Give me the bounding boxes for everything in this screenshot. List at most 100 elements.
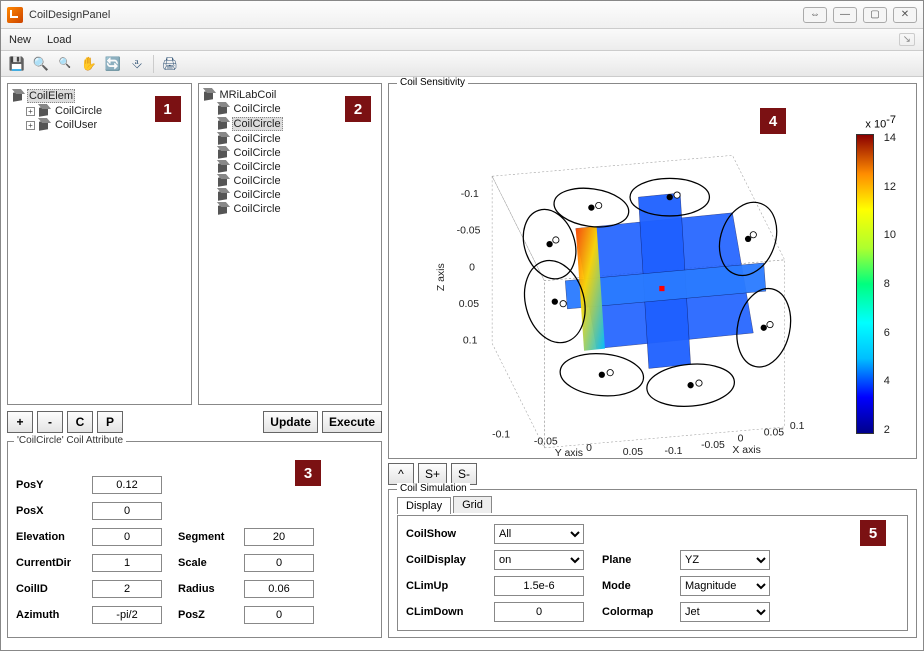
- sim-legend: Coil Simulation: [397, 483, 470, 494]
- coil-attribute-panel: 'CoilCircle' Coil Attribute 3 PosY PosX …: [7, 441, 382, 638]
- annotation-badge-3: 3: [295, 460, 321, 486]
- pan-icon[interactable]: ✋: [79, 54, 99, 74]
- mode-select[interactable]: Magnitude: [680, 576, 770, 596]
- coil-config-tree[interactable]: MRiLabCoil CoilCircle CoilCircle CoilCir…: [198, 83, 383, 405]
- cube-icon: [38, 119, 50, 131]
- segment-input[interactable]: [244, 528, 314, 546]
- s-plus-button[interactable]: S+: [418, 463, 447, 485]
- colorbar-exponent: x 10-7: [865, 114, 896, 131]
- plane-label: Plane: [602, 554, 662, 566]
- posx-input[interactable]: [92, 502, 162, 520]
- annotation-badge-2: 2: [345, 96, 371, 122]
- menu-new[interactable]: New: [9, 34, 31, 46]
- mode-label: Mode: [602, 580, 662, 592]
- cube-icon: [203, 89, 215, 101]
- svg-text:X axis: X axis: [732, 445, 760, 456]
- tree-item: CoilCircle: [203, 188, 378, 202]
- climup-label: CLimUp: [406, 580, 476, 592]
- posy-input[interactable]: [92, 476, 162, 494]
- cube-icon: [12, 90, 24, 102]
- axes-3d: Z axis Y axis X axis -0.1-0.0500.050.1 -…: [419, 124, 816, 458]
- cube-icon: [38, 105, 50, 117]
- zoom-in-icon[interactable]: 🔍: [31, 54, 51, 74]
- plane-select[interactable]: YZ: [680, 550, 770, 570]
- scale-label: Scale: [178, 557, 228, 569]
- cube-icon: [217, 161, 229, 173]
- coildisplay-label: CoilDisplay: [406, 554, 476, 566]
- toolbar: 💾 🔍 🔍 ✋ 🔄 ⎀ 🖨: [1, 51, 923, 77]
- climup-input[interactable]: [494, 576, 584, 596]
- cube-icon: [217, 147, 229, 159]
- cube-icon: [217, 118, 229, 130]
- elevation-input[interactable]: [92, 528, 162, 546]
- svg-text:-0.05: -0.05: [457, 226, 481, 237]
- svg-text:-0.1: -0.1: [492, 429, 510, 440]
- coil-elem-tree[interactable]: CoilElem +CoilCircle +CoilUser 1: [7, 83, 192, 405]
- posy-label: PosY: [16, 479, 76, 491]
- tree-item: CoilCircle: [203, 132, 378, 146]
- print-icon[interactable]: 🖨: [160, 54, 180, 74]
- cube-icon: [217, 189, 229, 201]
- azimuth-input[interactable]: [92, 606, 162, 624]
- posz-input[interactable]: [244, 606, 314, 624]
- close-button[interactable]: ✕: [893, 7, 917, 23]
- paste-button[interactable]: P: [97, 411, 123, 433]
- coilshow-label: CoilShow: [406, 528, 476, 540]
- svg-text:0.05: 0.05: [623, 447, 644, 458]
- maximize-button[interactable]: ▢: [863, 7, 887, 23]
- menu-load[interactable]: Load: [47, 34, 71, 46]
- svg-text:Z axis: Z axis: [436, 263, 447, 291]
- radius-label: Radius: [178, 583, 228, 595]
- tab-grid[interactable]: Grid: [453, 496, 492, 513]
- plot-legend: Coil Sensitivity: [397, 77, 468, 88]
- svg-text:-0.05: -0.05: [701, 440, 725, 451]
- svg-text:Y axis: Y axis: [555, 448, 583, 458]
- svg-text:0.05: 0.05: [459, 299, 480, 310]
- posz-label: PosZ: [178, 609, 228, 621]
- sensitivity-plot[interactable]: Coil Sensitivity 4 x 10-7 1412108642: [388, 83, 917, 459]
- posx-label: PosX: [16, 505, 76, 517]
- copy-button[interactable]: C: [67, 411, 93, 433]
- expand-icon[interactable]: +: [26, 121, 35, 130]
- s-minus-button[interactable]: S-: [451, 463, 477, 485]
- minimize-button[interactable]: —: [833, 7, 857, 23]
- colormap-select[interactable]: Jet: [680, 602, 770, 622]
- radius-input[interactable]: [244, 580, 314, 598]
- coilid-input[interactable]: [92, 580, 162, 598]
- tree-item: CoilCircle: [203, 202, 378, 216]
- colorbar: [856, 134, 874, 434]
- menu-chevron-icon[interactable]: ↘: [899, 33, 915, 46]
- colorbar-ticks: 1412108642: [884, 132, 896, 436]
- remove-button[interactable]: -: [37, 411, 63, 433]
- tree-item: CoilCircle: [203, 146, 378, 160]
- zoom-out-icon[interactable]: 🔍: [55, 54, 75, 74]
- expand-button[interactable]: ⇔: [803, 7, 827, 23]
- coilshow-select[interactable]: All: [494, 524, 584, 544]
- tab-display[interactable]: Display: [397, 497, 451, 514]
- up-button[interactable]: ^: [388, 463, 414, 485]
- cube-icon: [217, 175, 229, 187]
- menubar: New Load ↘: [1, 29, 923, 51]
- add-button[interactable]: +: [7, 411, 33, 433]
- save-icon[interactable]: 💾: [7, 54, 27, 74]
- tree-item: CoilCircle: [203, 174, 378, 188]
- segment-label: Segment: [178, 531, 228, 543]
- execute-button[interactable]: Execute: [322, 411, 382, 433]
- data-cursor-icon[interactable]: ⎀: [127, 54, 147, 74]
- coilid-label: CoilID: [16, 583, 76, 595]
- svg-text:-0.05: -0.05: [534, 437, 558, 448]
- update-button[interactable]: Update: [263, 411, 318, 433]
- coildisplay-select[interactable]: on: [494, 550, 584, 570]
- currentdir-input[interactable]: [92, 554, 162, 572]
- svg-text:0.05: 0.05: [764, 427, 785, 438]
- window-title: CoilDesignPanel: [29, 9, 803, 21]
- expand-icon[interactable]: +: [26, 107, 35, 116]
- cube-icon: [217, 203, 229, 215]
- climdown-input[interactable]: [494, 602, 584, 622]
- climdown-label: CLimDown: [406, 606, 476, 618]
- svg-text:0: 0: [738, 434, 744, 445]
- app-window: CoilDesignPanel ⇔ — ▢ ✕ New Load ↘ 💾 🔍 🔍…: [0, 0, 924, 651]
- scale-input[interactable]: [244, 554, 314, 572]
- cube-icon: [217, 133, 229, 145]
- rotate-icon[interactable]: 🔄: [103, 54, 123, 74]
